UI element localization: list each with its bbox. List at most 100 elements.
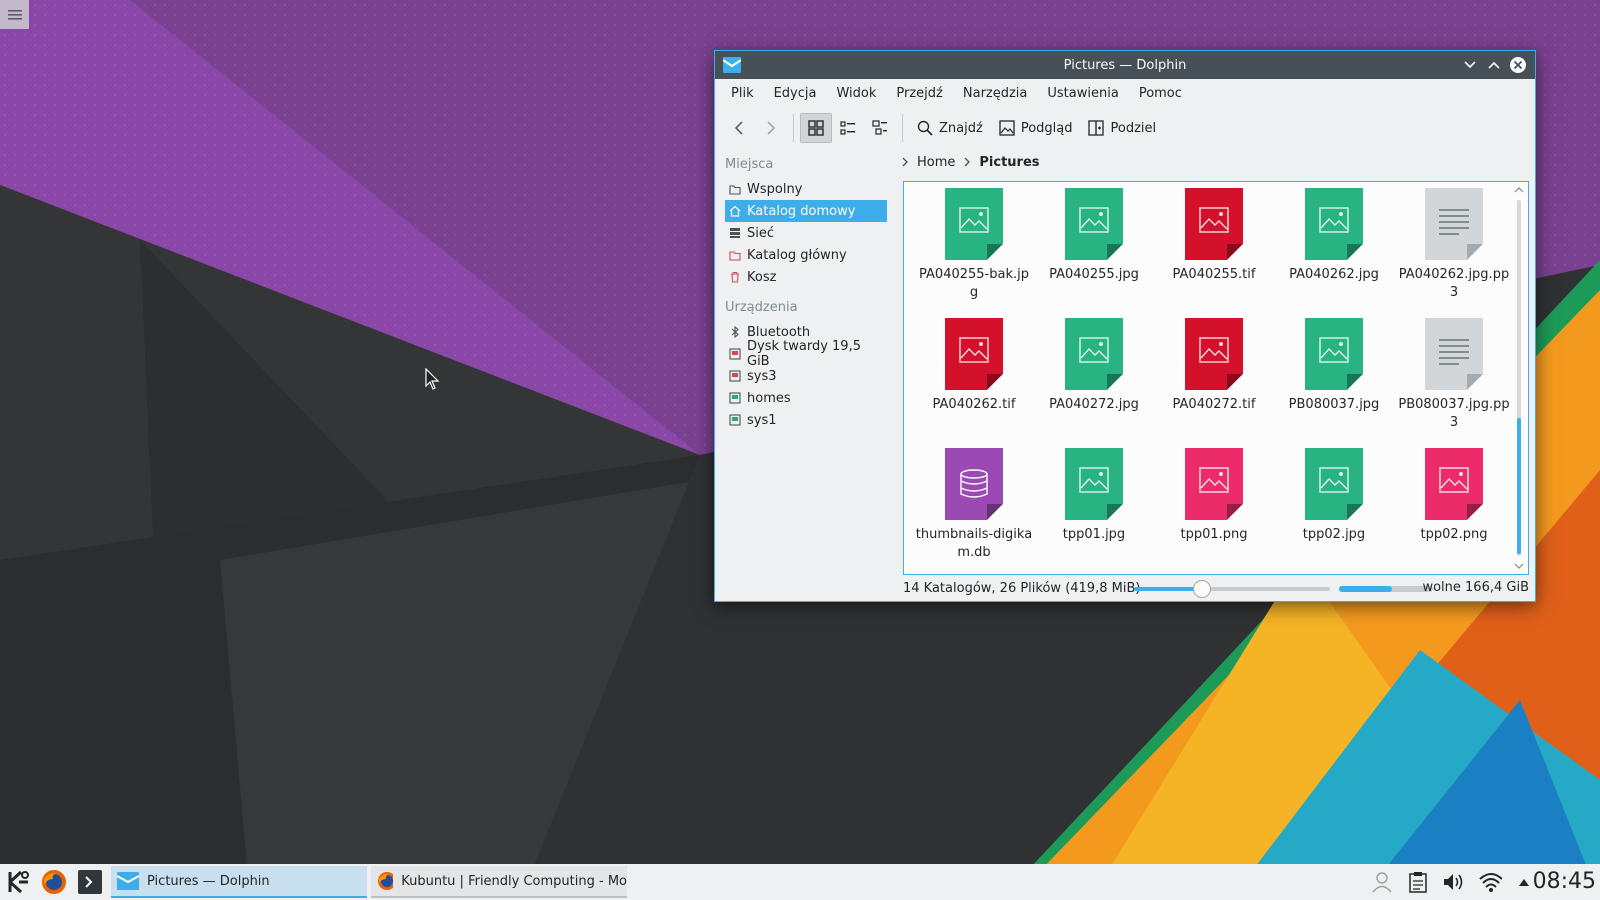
- arrow-right-icon: [767, 121, 776, 135]
- file-grid: PA040255-bak.jpg PA040255.jpg PA040255.tif…: [914, 188, 1514, 574]
- volume-icon: [1444, 874, 1463, 890]
- network-drive-icon: [729, 414, 741, 426]
- compact-view-button[interactable]: [832, 113, 864, 143]
- zoom-slider[interactable]: [1134, 580, 1330, 598]
- place-item-katalog-domowy[interactable]: Katalog domowy: [725, 200, 887, 222]
- maximize-button[interactable]: [1485, 56, 1503, 74]
- network-icon: [729, 227, 741, 239]
- network-tray[interactable]: [1478, 870, 1502, 894]
- firefox-launcher[interactable]: [36, 864, 72, 900]
- file-name: tpp01.jpg: [1062, 527, 1126, 542]
- place-item-siec[interactable]: Sieć: [725, 222, 887, 244]
- device-item-harddisk[interactable]: Dysk twardy 19,5 GiB: [725, 339, 887, 369]
- preview-button[interactable]: Podgląd: [991, 113, 1081, 143]
- file-name: PA040255-bak.jpg: [919, 267, 1029, 300]
- file-item[interactable]: PA040262.jpg.pp3: [1394, 188, 1514, 318]
- place-item-katalog-glowny[interactable]: Katalog główny: [725, 244, 887, 266]
- file-item[interactable]: PA040262.tif: [914, 318, 1034, 448]
- toolbar-separator: [793, 114, 794, 142]
- file-name: tpp02.jpg: [1302, 527, 1366, 542]
- status-bar: 14 Katalogów, 26 Plików (419,8 MiB) woln…: [903, 575, 1529, 601]
- hamburger-icon: [7, 9, 22, 20]
- task-firefox[interactable]: Kubuntu | Friendly Computing - Mo: [371, 866, 627, 898]
- file-item[interactable]: PA040262.jpg: [1274, 188, 1394, 318]
- breadcrumb-home[interactable]: Home: [917, 155, 955, 170]
- preview-label: Podgląd: [1020, 120, 1073, 136]
- icons-view-button[interactable]: [800, 113, 832, 143]
- image-file-icon: [1425, 448, 1483, 520]
- user-icon: [1372, 872, 1392, 893]
- view-icons-icon: [808, 120, 824, 136]
- place-item-kosz[interactable]: Kosz: [725, 266, 887, 288]
- image-file-icon: [1065, 188, 1123, 260]
- trash-icon: [729, 271, 741, 283]
- device-label: homes: [747, 390, 791, 406]
- view-compact-icon: [840, 121, 855, 135]
- find-button[interactable]: Znajdź: [909, 113, 991, 143]
- scroll-up-icon: [1514, 187, 1524, 193]
- device-label: Bluetooth: [747, 324, 811, 340]
- image-file-icon: [1065, 448, 1123, 520]
- menu-przejdz[interactable]: Przejdź: [886, 79, 952, 109]
- window-titlebar[interactable]: Pictures — Dolphin: [715, 51, 1535, 79]
- file-item[interactable]: tpp02.jpg: [1274, 448, 1394, 574]
- clock[interactable]: 08:45: [1533, 864, 1596, 900]
- device-item-sys1[interactable]: sys1: [725, 409, 887, 431]
- folder-icon: [729, 183, 741, 195]
- file-item[interactable]: PA040255-bak.jpg: [914, 188, 1034, 318]
- desktop-toolbox-button[interactable]: [0, 0, 29, 29]
- free-space-label: wolne 166,4 GiB: [1422, 580, 1529, 595]
- split-button[interactable]: Podziel: [1080, 113, 1164, 143]
- file-name: PA040272.jpg: [1049, 397, 1139, 412]
- file-item[interactable]: tpp02.png: [1394, 448, 1514, 574]
- task-dolphin[interactable]: Pictures — Dolphin: [111, 866, 367, 898]
- split-view-icon: [1088, 120, 1105, 136]
- menu-ustawienia[interactable]: Ustawienia: [1037, 79, 1128, 109]
- application-launcher-button[interactable]: [0, 864, 36, 900]
- place-label: Katalog główny: [747, 247, 847, 263]
- file-item[interactable]: PB080037.jpg: [1274, 318, 1394, 448]
- file-item[interactable]: tpp01.jpg: [1034, 448, 1154, 574]
- devices-group-title: Urządzenia: [725, 300, 798, 315]
- file-item[interactable]: thumbnails-digikam.db: [914, 448, 1034, 574]
- vertical-scrollbar[interactable]: [1514, 186, 1524, 570]
- place-label: Sieć: [747, 225, 775, 241]
- file-item[interactable]: PA040255.jpg: [1034, 188, 1154, 318]
- zoom-slider-handle[interactable]: [1193, 580, 1211, 598]
- forward-button[interactable]: [755, 113, 787, 143]
- file-item[interactable]: PA040272.jpg: [1034, 318, 1154, 448]
- menu-widok[interactable]: Widok: [826, 79, 886, 109]
- file-item[interactable]: tpp01.png: [1154, 448, 1274, 574]
- file-name: PA040272.tif: [1172, 397, 1256, 412]
- device-item-homes[interactable]: homes: [725, 387, 887, 409]
- menu-pomoc[interactable]: Pomoc: [1129, 79, 1192, 109]
- minimize-button[interactable]: [1461, 56, 1479, 74]
- home-icon: [729, 205, 741, 217]
- file-item[interactable]: PA040255.tif: [1154, 188, 1274, 318]
- user-switcher-tray[interactable]: [1370, 870, 1394, 894]
- file-view[interactable]: PA040255-bak.jpg PA040255.jpg PA040255.tif…: [903, 181, 1529, 575]
- image-file-icon: [1305, 448, 1363, 520]
- file-name: PA040262.jpg: [1289, 267, 1379, 282]
- clipboard-tray[interactable]: [1406, 870, 1430, 894]
- breadcrumb-current[interactable]: Pictures: [979, 155, 1039, 170]
- device-label: Dysk twardy 19,5 GiB: [747, 339, 861, 369]
- dolphin-app-icon: [723, 57, 741, 73]
- place-label: Katalog domowy: [747, 203, 856, 219]
- scrollbar-thumb[interactable]: [1517, 418, 1521, 554]
- clipboard-icon: [1409, 872, 1427, 893]
- place-item-wspolny[interactable]: Wspolny: [725, 178, 887, 200]
- menu-narzedzia[interactable]: Narzędzia: [953, 79, 1038, 109]
- volume-tray[interactable]: [1442, 870, 1466, 894]
- back-button[interactable]: [723, 113, 755, 143]
- details-view-button[interactable]: [864, 113, 896, 143]
- breadcrumb: Home Pictures: [901, 149, 1040, 175]
- terminal-launcher[interactable]: [72, 864, 108, 900]
- file-item[interactable]: PB080037.jpg.pp3: [1394, 318, 1514, 448]
- image-file-icon: [945, 188, 1003, 260]
- file-item[interactable]: PA040272.tif: [1154, 318, 1274, 448]
- close-button[interactable]: [1509, 56, 1527, 74]
- menu-edycja[interactable]: Edycja: [764, 79, 827, 109]
- text-file-icon: [1425, 188, 1483, 260]
- menu-plik[interactable]: Plik: [721, 79, 764, 109]
